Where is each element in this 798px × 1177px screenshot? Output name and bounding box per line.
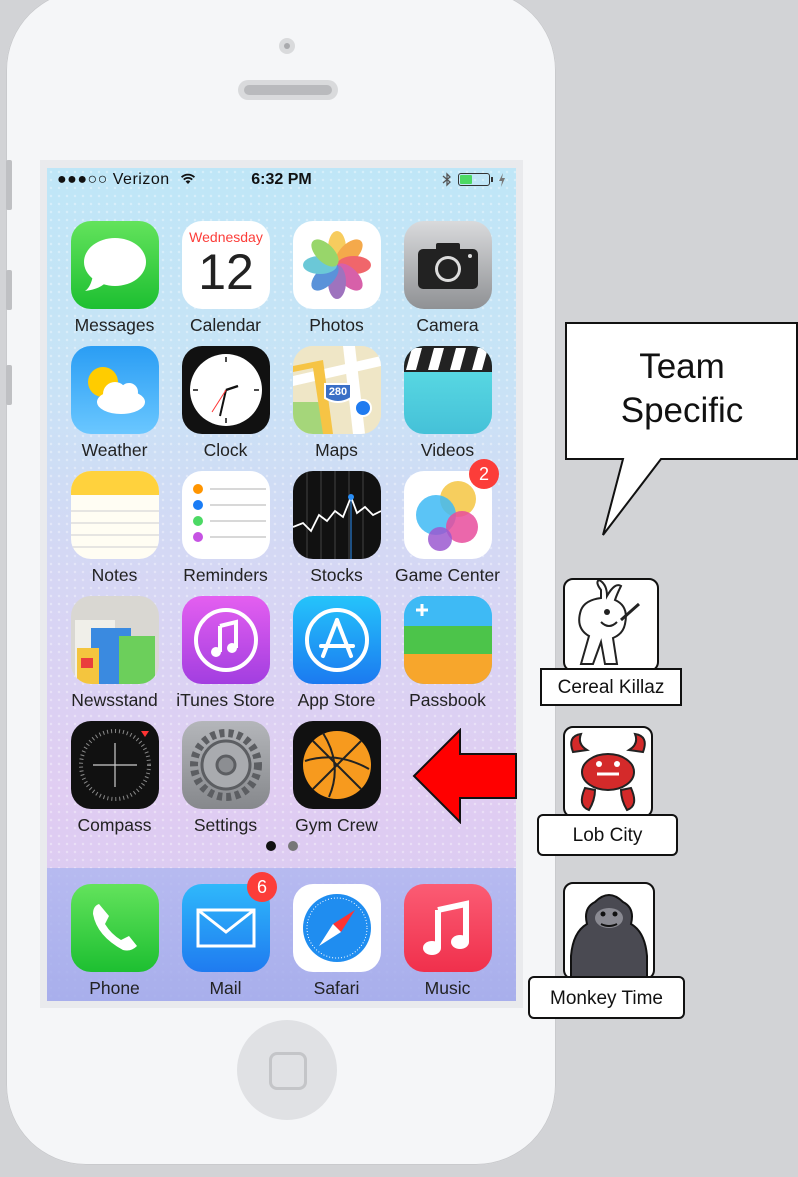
app-camera[interactable]: Camera [392, 221, 503, 341]
earpiece-speaker [238, 80, 338, 100]
home-button[interactable] [237, 1020, 337, 1120]
team-name-label[interactable]: Monkey Time [528, 976, 685, 1019]
app-messages[interactable]: Messages [59, 221, 170, 341]
app-mail[interactable]: 6 Mail [170, 872, 281, 1001]
mute-switch [6, 160, 12, 210]
weather-icon [71, 346, 159, 434]
clock-icon [182, 346, 270, 434]
app-photos[interactable]: Photos [281, 221, 392, 341]
battery-icon [458, 173, 493, 186]
callout-line-1: Team [639, 347, 725, 386]
status-bar: ●●●○○ Verizon 6:32 PM [47, 168, 516, 192]
settings-icon [182, 721, 270, 809]
app-label: Camera [416, 315, 479, 335]
app-reminders[interactable]: Reminders [170, 471, 281, 591]
page-indicator [47, 841, 516, 851]
red-arrow-icon [412, 728, 517, 824]
app-label: Videos [420, 440, 475, 460]
calendar-day: 12 [198, 244, 254, 300]
callout-line-2: Specific [620, 391, 744, 430]
basketball-icon [293, 721, 381, 809]
team-name-label[interactable]: Lob City [537, 814, 678, 856]
status-right [442, 172, 506, 187]
app-safari[interactable]: Safari [281, 884, 392, 1001]
app-music[interactable]: Music [392, 884, 503, 1001]
notes-icon [71, 471, 159, 559]
app-label: Music [424, 978, 471, 998]
app-store-icon [293, 596, 381, 684]
charging-icon [499, 172, 505, 187]
app-calendar[interactable]: Wednesday 12 Calendar [170, 221, 281, 341]
videos-icon [404, 346, 492, 434]
camera-icon [404, 221, 492, 309]
callout-text: Team Specific [566, 345, 798, 433]
messages-icon [71, 221, 159, 309]
front-camera [279, 38, 295, 54]
app-label: Game Center [394, 565, 501, 585]
phone-screen: ●●●○○ Verizon 6:32 PM Messages Wednesday… [40, 160, 523, 1008]
app-clock[interactable]: Clock [170, 346, 281, 466]
itunes-store-icon [182, 596, 270, 684]
maps-icon: 280 [293, 346, 381, 434]
stocks-icon [293, 471, 381, 559]
passbook-icon [404, 596, 492, 684]
app-maps[interactable]: 280 Maps [281, 346, 392, 466]
app-compass[interactable]: Compass [59, 721, 170, 841]
app-settings[interactable]: Settings [170, 721, 281, 841]
volume-up-button [6, 270, 12, 310]
notification-badge: 2 [469, 459, 499, 489]
app-label: Passbook [409, 690, 486, 710]
photos-icon [293, 221, 381, 309]
crab-logo[interactable] [563, 726, 653, 818]
map-route-shield: 280 [328, 386, 348, 398]
app-videos[interactable]: Videos [392, 346, 503, 466]
compass-icon [71, 721, 159, 809]
music-icon [404, 884, 492, 972]
safari-icon [293, 884, 381, 972]
volume-down-button [6, 365, 12, 405]
page-dot-active[interactable] [265, 841, 276, 851]
app-weather[interactable]: Weather [59, 346, 170, 466]
app-phone[interactable]: Phone [59, 884, 170, 1001]
rabbit-logo[interactable] [563, 578, 659, 672]
phone-icon [71, 884, 159, 972]
bluetooth-icon [442, 172, 451, 187]
app-itunes-store[interactable]: iTunes Store [170, 596, 281, 716]
team-name-label[interactable]: Cereal Killaz [540, 668, 682, 706]
dock: Phone 6 Mail Safari Music [47, 868, 516, 1001]
app-newsstand[interactable]: Newsstand [59, 596, 170, 716]
app-label: Gym Crew [295, 815, 378, 835]
calendar-icon: Wednesday 12 [182, 221, 270, 309]
app-stocks[interactable]: Stocks [281, 471, 392, 591]
reminders-icon [182, 471, 270, 559]
page-dot[interactable] [287, 841, 298, 851]
notification-badge: 6 [247, 872, 277, 902]
home-screen: ●●●○○ Verizon 6:32 PM Messages Wednesday… [47, 168, 516, 1001]
app-gym-crew[interactable]: Gym Crew [281, 721, 392, 841]
gorilla-logo[interactable] [563, 882, 655, 980]
newsstand-icon [71, 596, 159, 684]
app-app-store[interactable]: App Store [281, 596, 392, 716]
app-passbook[interactable]: Passbook [392, 596, 503, 716]
app-game-center[interactable]: 2 Game Center [392, 459, 503, 591]
app-notes[interactable]: Notes [59, 471, 170, 591]
